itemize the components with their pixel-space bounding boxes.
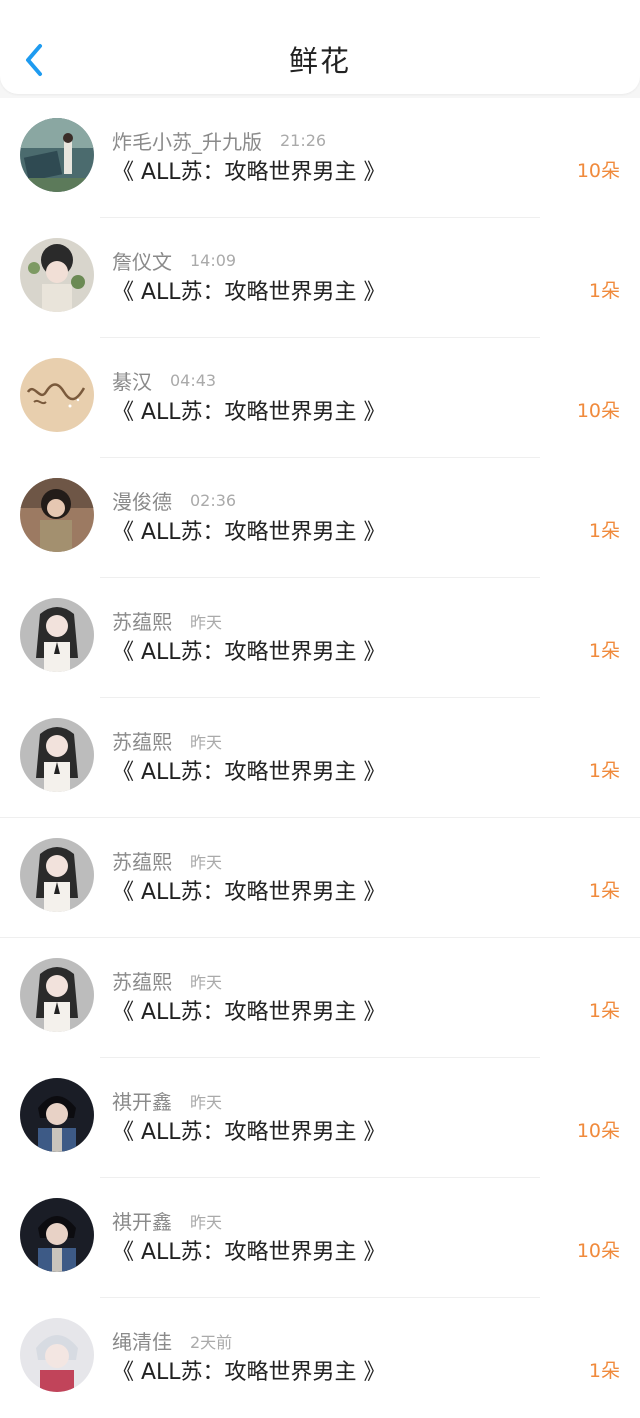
avatar[interactable] [20,1078,94,1152]
list-item[interactable]: 漫俊德 02:36 《 ALL苏：攻略世界男主 》 1朵 [0,458,640,578]
sender-meta: 苏蕴熙 昨天 [112,846,223,874]
sender-meta: 祺开鑫 昨天 [112,1086,223,1114]
avatar[interactable] [20,958,94,1032]
list-item[interactable]: 炸毛小苏_升九版 21:26 《 ALL苏：攻略世界男主 》 10朵 [0,98,640,218]
flower-count: 1朵 [588,880,620,902]
send-time: 2天前 [190,1332,233,1352]
sender-meta: 炸毛小苏_升九版 21:26 [112,126,327,154]
send-time: 昨天 [190,612,223,632]
sender-meta: 绳清佳 2天前 [112,1326,233,1354]
book-title[interactable]: 《 ALL苏：攻略世界男主 》 [112,1114,386,1146]
flower-count: 1朵 [588,760,620,782]
flower-count: 1朵 [588,1000,620,1022]
send-time: 21:26 [280,131,327,150]
send-time: 昨天 [190,732,223,752]
book-title[interactable]: 《 ALL苏：攻略世界男主 》 [112,994,386,1026]
book-title[interactable]: 《 ALL苏：攻略世界男主 》 [112,634,386,666]
sender-name[interactable]: 詹仪文 [112,250,172,274]
avatar[interactable] [20,1198,94,1272]
sender-name[interactable]: 綦汉 [112,370,152,394]
flower-count: 1朵 [588,280,620,302]
book-title[interactable]: 《 ALL苏：攻略世界男主 》 [112,1234,386,1266]
avatar[interactable] [20,598,94,672]
list-item[interactable]: 苏蕴熙 昨天 《 ALL苏：攻略世界男主 》 1朵 [0,698,640,818]
flower-count: 1朵 [588,1360,620,1382]
avatar[interactable] [20,358,94,432]
sender-name[interactable]: 绳清佳 [112,1330,172,1354]
sender-name[interactable]: 苏蕴熙 [112,970,172,994]
sender-name[interactable]: 苏蕴熙 [112,850,172,874]
book-title[interactable]: 《 ALL苏：攻略世界男主 》 [112,754,386,786]
list-item[interactable]: 綦汉 04:43 《 ALL苏：攻略世界男主 》 10朵 [0,338,640,458]
list-item[interactable]: 祺开鑫 昨天 《 ALL苏：攻略世界男主 》 10朵 [0,1178,640,1298]
list-item[interactable]: 詹仪文 14:09 《 ALL苏：攻略世界男主 》 1朵 [0,218,640,338]
list-item[interactable]: 苏蕴熙 昨天 《 ALL苏：攻略世界男主 》 1朵 [0,818,640,938]
list-item[interactable]: 祺开鑫 昨天 《 ALL苏：攻略世界男主 》 10朵 [0,1058,640,1178]
list-item[interactable]: 苏蕴熙 昨天 《 ALL苏：攻略世界男主 》 1朵 [0,578,640,698]
book-title[interactable]: 《 ALL苏：攻略世界男主 》 [112,154,386,186]
sender-meta: 詹仪文 14:09 [112,246,237,274]
sender-name[interactable]: 苏蕴熙 [112,610,172,634]
flower-count: 10朵 [576,1240,620,1262]
send-time: 昨天 [190,972,223,992]
app-header: 鲜花 [0,0,640,94]
page-title: 鲜花 [288,44,351,78]
sender-name[interactable]: 祺开鑫 [112,1090,172,1114]
sender-meta: 漫俊德 02:36 [112,486,237,514]
avatar[interactable] [20,478,94,552]
sender-name[interactable]: 祺开鑫 [112,1210,172,1234]
book-title[interactable]: 《 ALL苏：攻略世界男主 》 [112,1354,386,1386]
flower-count: 1朵 [588,640,620,662]
sender-name[interactable]: 苏蕴熙 [112,730,172,754]
book-title[interactable]: 《 ALL苏：攻略世界男主 》 [112,274,386,306]
flower-count: 10朵 [576,1120,620,1142]
book-title[interactable]: 《 ALL苏：攻略世界男主 》 [112,874,386,906]
list-item[interactable]: 苏蕴熙 昨天 《 ALL苏：攻略世界男主 》 1朵 [0,938,640,1058]
avatar[interactable] [20,1318,94,1392]
sender-meta: 祺开鑫 昨天 [112,1206,223,1234]
send-time: 02:36 [190,491,237,510]
list-item[interactable]: 绳清佳 2天前 《 ALL苏：攻略世界男主 》 1朵 [0,1298,640,1418]
sender-meta: 苏蕴熙 昨天 [112,726,223,754]
flower-count: 1朵 [588,520,620,542]
flower-list: 炸毛小苏_升九版 21:26 《 ALL苏：攻略世界男主 》 10朵 詹仪文 14:… [0,98,640,1418]
send-time: 14:09 [190,251,237,270]
send-time: 04:43 [170,371,217,390]
sender-name[interactable]: 炸毛小苏_升九版 [112,130,262,154]
flower-count: 10朵 [576,400,620,422]
flower-count: 10朵 [576,160,620,182]
send-time: 昨天 [190,1092,223,1112]
send-time: 昨天 [190,1212,223,1232]
sender-meta: 苏蕴熙 昨天 [112,966,223,994]
book-title[interactable]: 《 ALL苏：攻略世界男主 》 [112,514,386,546]
avatar[interactable] [20,238,94,312]
avatar[interactable] [20,838,94,912]
sender-meta: 綦汉 04:43 [112,366,217,394]
send-time: 昨天 [190,852,223,872]
avatar[interactable] [20,118,94,192]
sender-name[interactable]: 漫俊德 [112,490,172,514]
avatar[interactable] [20,718,94,792]
book-title[interactable]: 《 ALL苏：攻略世界男主 》 [112,394,386,426]
sender-meta: 苏蕴熙 昨天 [112,606,223,634]
